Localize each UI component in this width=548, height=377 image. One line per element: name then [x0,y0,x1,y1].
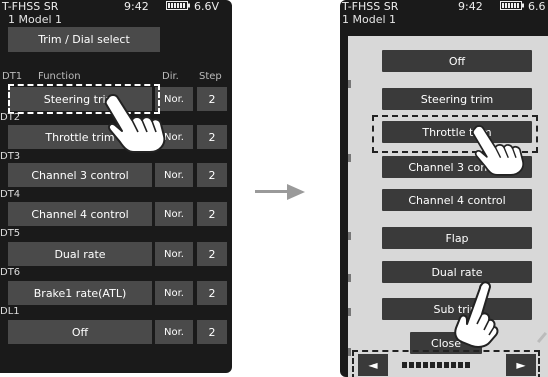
status-bar: T-FHSS SR 9:42 6.6V [0,0,232,14]
step-button[interactable]: 2 [197,87,227,111]
left-screen: T-FHSS SR 9:42 6.6V 1 Model 1 Trim / Dia… [0,0,232,373]
battery-icon [500,0,524,14]
dir-button[interactable]: Nor. [155,281,193,305]
model-name: 1 Model 1 [342,13,397,26]
col-dir: Dir. [162,71,179,82]
left-edge-mark [348,348,351,356]
step-button[interactable]: 2 [197,163,227,187]
option-off[interactable]: Off [382,50,532,72]
dir-button[interactable]: Nor. [155,202,193,226]
next-page-button[interactable]: ► [506,354,536,376]
clock: 9:42 [124,0,149,13]
battery-icon [166,0,190,14]
col-dt1: DT1 [2,71,23,82]
dir-button[interactable]: Nor. [155,242,193,266]
option-steering-trim[interactable]: Steering trim [382,88,532,110]
function-button[interactable]: Channel 3 control [8,163,152,187]
model-name: 1 Model 1 [8,13,63,26]
voltage: 6.6 [528,0,546,13]
section-label: DT2 [0,112,21,123]
function-button[interactable]: Dual rate [8,242,152,266]
scroll-indicator [536,331,548,344]
pointing-hand-icon [471,125,525,176]
section-label: DT3 [0,151,21,162]
step-button[interactable]: 2 [197,242,227,266]
option-channel-4-control[interactable]: Channel 4 control [382,189,532,211]
dir-button[interactable]: Nor. [155,163,193,187]
col-function: Function [38,71,81,82]
function-button[interactable]: Channel 4 control [8,202,152,226]
option-flap[interactable]: Flap [382,227,532,249]
section-label: DT6 [0,267,21,278]
transmitter-name: T-FHSS SR [342,0,399,13]
left-edge-mark [348,232,351,240]
step-button[interactable]: 2 [197,281,227,305]
pointing-hand-icon [454,281,499,348]
status-bar: T-FHSS SR 9:42 6.6 [340,0,548,14]
function-button[interactable]: Off [8,320,152,344]
left-edge-mark [348,154,351,162]
col-step: Step [199,71,222,82]
voltage: 6.6V [194,0,220,13]
prev-page-button[interactable]: ◄ [358,354,388,376]
section-label: DL1 [0,306,20,317]
trim-dial-select-button[interactable]: Trim / Dial select [8,27,160,52]
left-edge-mark [348,80,351,88]
clock: 9:42 [458,0,483,13]
page-indicator [402,362,470,368]
left-edge-mark [348,274,351,282]
step-button[interactable]: 2 [197,125,227,149]
pointing-hand-icon [104,94,166,153]
left-edge-mark [348,308,351,316]
right-screen: T-FHSS SR 9:42 6.6 1 Model 1 Off Steerin… [340,0,548,377]
transmitter-name: T-FHSS SR [2,0,59,13]
section-label: DT4 [0,189,21,200]
step-button[interactable]: 2 [197,320,227,344]
function-button[interactable]: Brake1 rate(ATL) [8,281,152,305]
dir-button[interactable]: Nor. [155,320,193,344]
section-label: DT5 [0,228,21,239]
step-button[interactable]: 2 [197,202,227,226]
